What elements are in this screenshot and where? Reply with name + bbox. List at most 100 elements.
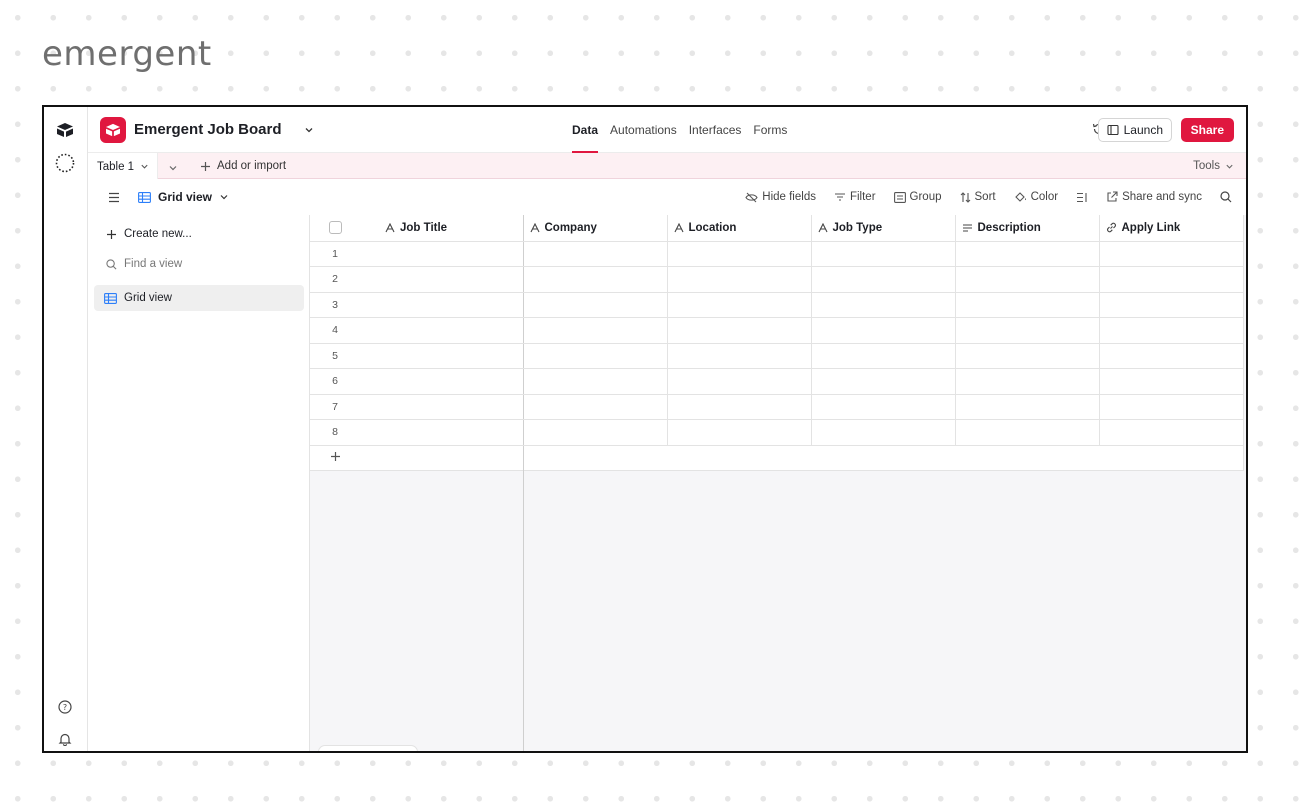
column-header-location[interactable]: Location [667,215,812,242]
grid-cell[interactable] [667,419,812,446]
table-row[interactable]: 6 [310,368,1244,395]
table-row[interactable]: 4 [310,317,1244,344]
grid-cell[interactable] [955,343,1100,369]
grid-cell[interactable] [811,419,956,446]
grid-cell[interactable] [523,241,668,267]
filter-button[interactable]: Filter [834,191,876,203]
hide-fields-button[interactable]: Hide fields [745,191,816,203]
create-new-label: Create new... [124,228,192,240]
grid-cell[interactable] [811,241,956,267]
grid-cell[interactable] [523,292,668,318]
column-header-job-title[interactable]: Job Title [310,215,524,242]
find-view-input[interactable]: Find a view [106,258,182,270]
color-button[interactable]: Color [1014,191,1058,203]
table-row[interactable]: 2 [310,266,1244,293]
table-row[interactable]: 5 [310,343,1244,369]
grid-cell[interactable] [523,343,668,369]
add-row-fill[interactable] [523,445,1244,471]
base-name[interactable]: Emergent Job Board [134,121,282,138]
column-header-apply-link[interactable]: Apply Link [1099,215,1244,242]
search-button[interactable] [1220,191,1232,203]
sort-button[interactable]: Sort [960,191,996,203]
menu-icon[interactable] [108,190,120,208]
grid-cell[interactable] [523,419,668,446]
add-or-import-button[interactable]: Add or import [200,153,286,179]
grid-cell[interactable] [811,266,956,293]
row-number-cell[interactable]: 3 [310,292,524,318]
omni-spinner-icon[interactable] [54,152,76,174]
table-row[interactable]: 8 [310,419,1244,446]
grid-cell[interactable] [1099,317,1244,344]
column-header-company[interactable]: Company [523,215,668,242]
table-tab[interactable]: Table 1 [88,153,158,180]
grid-cell[interactable] [523,368,668,395]
table-row[interactable]: 1 [310,241,1244,267]
select-all-checkbox[interactable] [329,221,342,235]
grid-cell[interactable] [811,317,956,344]
grid-cell[interactable] [667,368,812,395]
create-new-view-button[interactable]: Create new... [106,228,192,240]
tab-automations[interactable]: Automations [604,107,683,153]
tab-data[interactable]: Data [566,107,604,153]
grid-cell[interactable] [523,317,668,344]
grid-cell[interactable] [955,241,1100,267]
grid-cell[interactable] [1099,343,1244,369]
grid-cell[interactable] [1099,394,1244,420]
row-height-button[interactable] [1076,192,1088,203]
grid-cell[interactable] [1099,368,1244,395]
grid-cell[interactable] [955,266,1100,293]
chevron-down-icon[interactable] [304,122,314,140]
grid-cell[interactable] [523,266,668,293]
add-row-button[interactable] [310,445,524,471]
grid-cell[interactable] [667,266,812,293]
grid-cell[interactable] [1099,292,1244,318]
row-number: 5 [332,349,338,362]
add-record-pill[interactable] [318,745,418,751]
grid-cell[interactable] [955,419,1100,446]
row-number-cell[interactable]: 8 [310,419,524,446]
grid-cell[interactable] [1099,419,1244,446]
column-header-job-type[interactable]: Job Type [811,215,956,242]
row-number-cell[interactable]: 2 [310,266,524,293]
row-number-cell[interactable]: 4 [310,317,524,344]
grid-cell[interactable] [667,292,812,318]
add-row[interactable] [310,445,1244,471]
row-number-cell[interactable]: 6 [310,368,524,395]
grid-cell[interactable] [523,394,668,420]
all-tables-chevron-icon[interactable] [168,160,178,178]
share-button[interactable]: Share [1180,118,1234,142]
grid-cell[interactable] [1099,266,1244,293]
grid-cell[interactable] [667,241,812,267]
table-row[interactable]: 7 [310,394,1244,420]
grid-cell[interactable] [955,368,1100,395]
home-logo-icon[interactable] [54,119,76,141]
launch-button[interactable]: Launch [1097,118,1172,142]
grid-cell[interactable] [811,292,956,318]
row-number-cell[interactable]: 7 [310,394,524,420]
grid-cell[interactable] [1099,241,1244,267]
tab-interfaces[interactable]: Interfaces [683,107,748,153]
row-number-cell[interactable]: 5 [310,343,524,369]
grid-cell[interactable] [667,317,812,344]
grid-cell[interactable] [667,394,812,420]
grid-cell[interactable] [955,292,1100,318]
grid-cell[interactable] [955,394,1100,420]
text-icon [818,222,827,232]
tools-menu[interactable]: Tools [1193,153,1234,179]
sidebar-item-grid-view[interactable]: Grid view [94,285,304,311]
grid-cell[interactable] [811,343,956,369]
share-and-sync-button[interactable]: Share and sync [1106,191,1202,203]
help-icon[interactable]: ? [54,696,76,718]
view-switcher[interactable]: Grid view [138,179,229,215]
base-icon[interactable] [100,117,126,143]
tab-forms[interactable]: Forms [747,107,793,153]
column-header-description[interactable]: Description [955,215,1100,242]
grid-cell[interactable] [667,343,812,369]
grid-cell[interactable] [811,368,956,395]
grid-cell[interactable] [811,394,956,420]
row-number-cell[interactable]: 1 [310,241,524,267]
table-row[interactable]: 3 [310,292,1244,318]
grid-cell[interactable] [955,317,1100,344]
bell-icon[interactable] [54,728,76,750]
group-button[interactable]: Group [893,191,942,203]
